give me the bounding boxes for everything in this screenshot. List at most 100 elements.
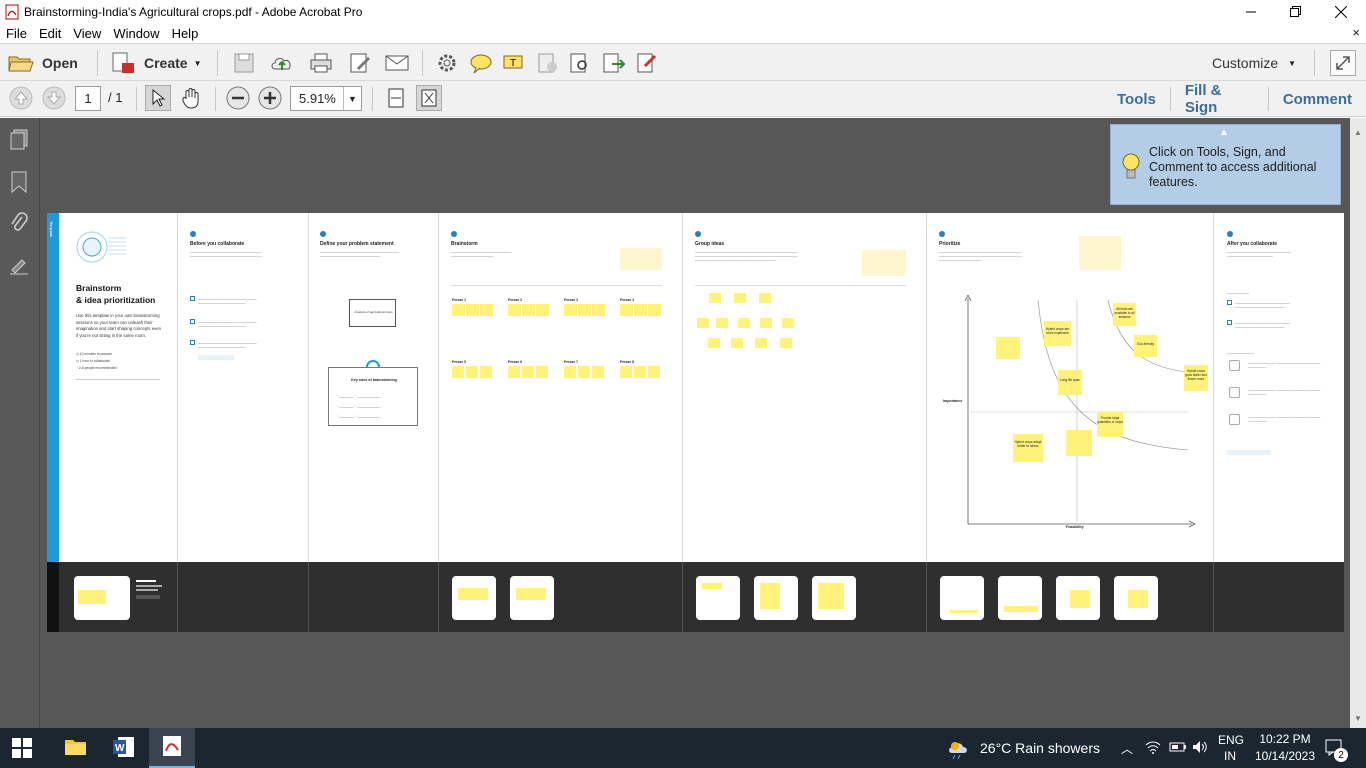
language-region[interactable]: IN: [1224, 749, 1236, 763]
sticky-note: [760, 318, 772, 328]
fit-width-button[interactable]: [383, 85, 409, 111]
edit-document-button[interactable]: [348, 52, 372, 74]
step-checkbox: [1227, 320, 1232, 325]
toolbar-divider: [97, 50, 98, 76]
select-tool-button[interactable]: [145, 85, 171, 111]
weather-text[interactable]: 26°C Rain showers: [980, 740, 1100, 756]
acrobat-taskbar-button[interactable]: [149, 728, 195, 768]
upload-cloud-button[interactable]: [270, 52, 294, 74]
minimize-button[interactable]: [1228, 0, 1274, 23]
windows-start-button[interactable]: [12, 738, 32, 761]
close-document-icon[interactable]: ×: [1352, 25, 1360, 40]
print-icon: [309, 52, 333, 74]
axis-label-feasibility: Feasibility: [1066, 525, 1084, 529]
file-explorer-taskbar-button[interactable]: [64, 736, 88, 761]
fullscreen-button[interactable]: [1330, 50, 1356, 76]
sticky-note: [634, 366, 646, 378]
vertical-scrollbar[interactable]: ▲ ▼: [1350, 118, 1366, 728]
search-document-button[interactable]: [568, 52, 592, 74]
menu-window[interactable]: Window: [107, 26, 165, 41]
page-number-input[interactable]: 1: [75, 86, 101, 111]
attachments-button[interactable]: [8, 212, 30, 236]
language-code[interactable]: ENG: [1218, 733, 1244, 747]
zoom-level-select[interactable]: 5.91% ▼: [290, 86, 362, 111]
menu-file[interactable]: File: [0, 26, 33, 41]
restore-button[interactable]: [1272, 0, 1318, 23]
scroll-down-icon[interactable]: ▼: [1354, 714, 1362, 723]
intro-meta-1: ◷ 10 minutes to prepare: [76, 352, 112, 356]
clock-date[interactable]: 10/14/2023: [1251, 749, 1319, 763]
plus-circle-icon: [258, 86, 282, 110]
step-dot: [1227, 231, 1233, 237]
signatures-button[interactable]: [8, 256, 30, 278]
bookmarks-button[interactable]: [8, 170, 30, 194]
acrobat-icon: [160, 735, 184, 760]
sticky-note: [782, 318, 794, 328]
weather-icon: [946, 737, 974, 761]
scroll-up-icon[interactable]: ▲: [1354, 128, 1362, 137]
next-page-button[interactable]: [42, 86, 66, 110]
footer-divider: [926, 562, 927, 632]
axis-label-importance: Importance: [943, 399, 963, 403]
step-dot: [695, 231, 701, 237]
customize-button[interactable]: Customize ▼: [1212, 50, 1296, 76]
sticky-note: [620, 366, 632, 378]
sticky-note: [708, 338, 720, 348]
volume-icon[interactable]: [1192, 740, 1208, 754]
person-label: Person 2: [508, 298, 522, 302]
print-button[interactable]: [309, 52, 333, 74]
redact-button[interactable]: [635, 52, 659, 74]
wifi-icon[interactable]: [1145, 740, 1161, 754]
sticky-note: [592, 366, 604, 378]
highlight-button[interactable]: T: [502, 52, 526, 74]
open-article-link[interactable]: [198, 355, 234, 360]
thumb-sticky: [1128, 590, 1148, 608]
save-button[interactable]: [233, 52, 255, 74]
chevron-up-icon[interactable]: ︿: [1121, 740, 1133, 757]
settings-button[interactable]: [436, 52, 458, 74]
chevron-down-icon[interactable]: ▼: [343, 87, 361, 110]
zoom-in-button[interactable]: [258, 86, 282, 110]
word-taskbar-button[interactable]: W: [112, 736, 136, 761]
menu-edit[interactable]: Edit: [33, 26, 67, 41]
menu-help[interactable]: Help: [166, 26, 205, 41]
create-button[interactable]: Create ▼: [110, 50, 202, 76]
person-label: Person 3: [564, 298, 578, 302]
comment-button[interactable]: [469, 52, 493, 74]
comment-pane-link[interactable]: Comment: [1269, 91, 1366, 108]
tools-pane-link[interactable]: Tools: [1103, 91, 1170, 108]
zoom-out-button[interactable]: [226, 86, 250, 110]
menu-view[interactable]: View: [67, 26, 107, 41]
cursor-arrow-icon: [150, 88, 166, 108]
sticky-note: [564, 304, 577, 316]
fill-sign-pane-link[interactable]: Fill & Sign: [1171, 82, 1268, 116]
email-button[interactable]: [384, 52, 410, 74]
open-button[interactable]: Open: [8, 50, 78, 76]
battery-icon[interactable]: [1169, 741, 1187, 753]
intro-meta-3-text: 2-8 people recommended: [78, 366, 117, 370]
delete-page-button[interactable]: [536, 52, 560, 74]
fit-page-button[interactable]: [416, 85, 442, 111]
redact-icon: [635, 52, 659, 74]
tooltip-collapse-icon[interactable]: ▲: [1219, 127, 1229, 138]
hand-tool-button[interactable]: [178, 85, 204, 111]
share-feedback-link[interactable]: [1227, 450, 1271, 455]
page-thumbnails-button[interactable]: [8, 128, 30, 150]
previous-page-button[interactable]: [9, 86, 33, 110]
clock-time[interactable]: 10:22 PM: [1258, 732, 1312, 746]
svg-text:T: T: [510, 58, 516, 69]
sticky-note: [466, 366, 478, 378]
col-text-group: ________________________________________…: [695, 249, 798, 261]
step-dot: [190, 231, 196, 237]
save-icon: [233, 52, 255, 74]
sticky-note: [522, 366, 534, 378]
footer-divider: [682, 562, 683, 632]
close-window-button[interactable]: [1318, 0, 1364, 23]
sticky-note: [996, 337, 1020, 359]
rules-list: ▫ ________ ▫ _____________: [337, 394, 381, 398]
export-button[interactable]: [602, 52, 626, 74]
priority-note: Hybrid crops adapt better to stress: [1013, 434, 1043, 462]
sticky-note: [452, 366, 464, 378]
sticky-note: [1066, 430, 1092, 456]
bookmark-icon: [8, 170, 30, 194]
